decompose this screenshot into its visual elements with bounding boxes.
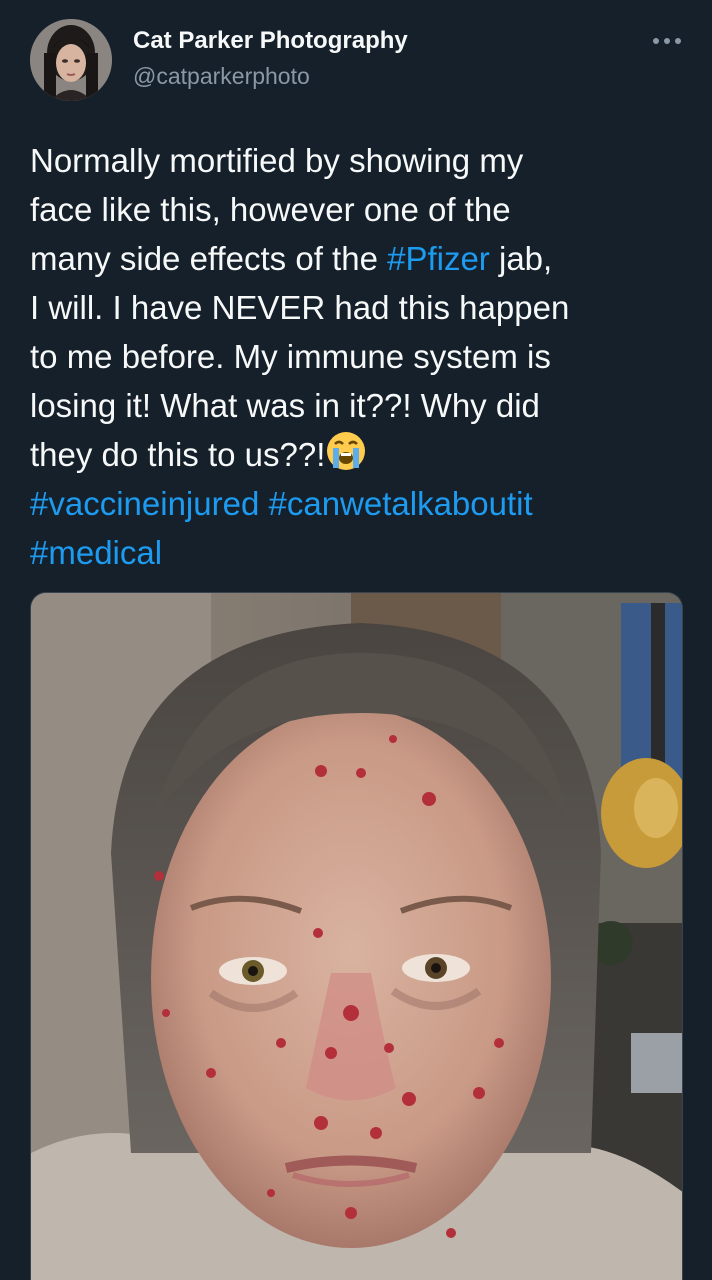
tweet-text-segment: face like this, however one of the bbox=[30, 191, 511, 228]
profile-photo-image bbox=[30, 19, 112, 101]
avatar[interactable] bbox=[30, 19, 112, 101]
selfie-photo bbox=[31, 593, 682, 1280]
hashtag-link[interactable]: #canwetalkaboutit bbox=[268, 485, 532, 522]
hashtag-link[interactable]: #medical bbox=[30, 534, 162, 571]
tweet-text-segment: they do this to us??! bbox=[30, 436, 326, 473]
tweet: Cat Parker Photography @catparkerphoto N… bbox=[0, 0, 712, 1280]
tweet-text-line: to me before. My immune system is bbox=[30, 332, 690, 381]
tweet-text-segment: I will. I have NEVER had this happen bbox=[30, 289, 570, 326]
loudly-crying-face-icon bbox=[325, 430, 367, 472]
tweet-text-line: losing it! What was in it??! Why did bbox=[30, 381, 690, 430]
author-name[interactable]: Cat Parker Photography bbox=[133, 27, 408, 55]
tweet-text-line: I will. I have NEVER had this happen bbox=[30, 283, 690, 332]
tweet-text: Normally mortified by showing my face lik… bbox=[30, 136, 690, 577]
hashtag-link[interactable]: #Pfizer bbox=[387, 240, 490, 277]
tweet-text-segment: to me before. My immune system is bbox=[30, 338, 551, 375]
more-horizontal-icon bbox=[653, 38, 681, 44]
tweet-text-line: they do this to us??! bbox=[30, 430, 690, 479]
tweet-text-segment: jab, bbox=[489, 240, 553, 277]
tweet-text-segment: many side effects of the bbox=[30, 240, 388, 277]
more-options-button[interactable] bbox=[646, 26, 688, 56]
tweet-text-line: #vaccineinjured #canwetalkaboutit bbox=[30, 479, 690, 528]
tweet-text-line: Normally mortified by showing my bbox=[30, 136, 690, 185]
tweet-text-line: #medical bbox=[30, 528, 690, 577]
tweet-text-line: many side effects of the #Pfizer jab, bbox=[30, 234, 690, 283]
tweet-text-line: face like this, however one of the bbox=[30, 185, 690, 234]
tweet-text-segment: losing it! What was in it??! Why did bbox=[30, 387, 540, 424]
tweet-text-segment: Normally mortified by showing my bbox=[30, 142, 524, 179]
author-handle[interactable]: @catparkerphoto bbox=[133, 63, 310, 90]
tweet-photo[interactable] bbox=[30, 592, 683, 1280]
hashtag-link[interactable]: #vaccineinjured bbox=[30, 485, 259, 522]
